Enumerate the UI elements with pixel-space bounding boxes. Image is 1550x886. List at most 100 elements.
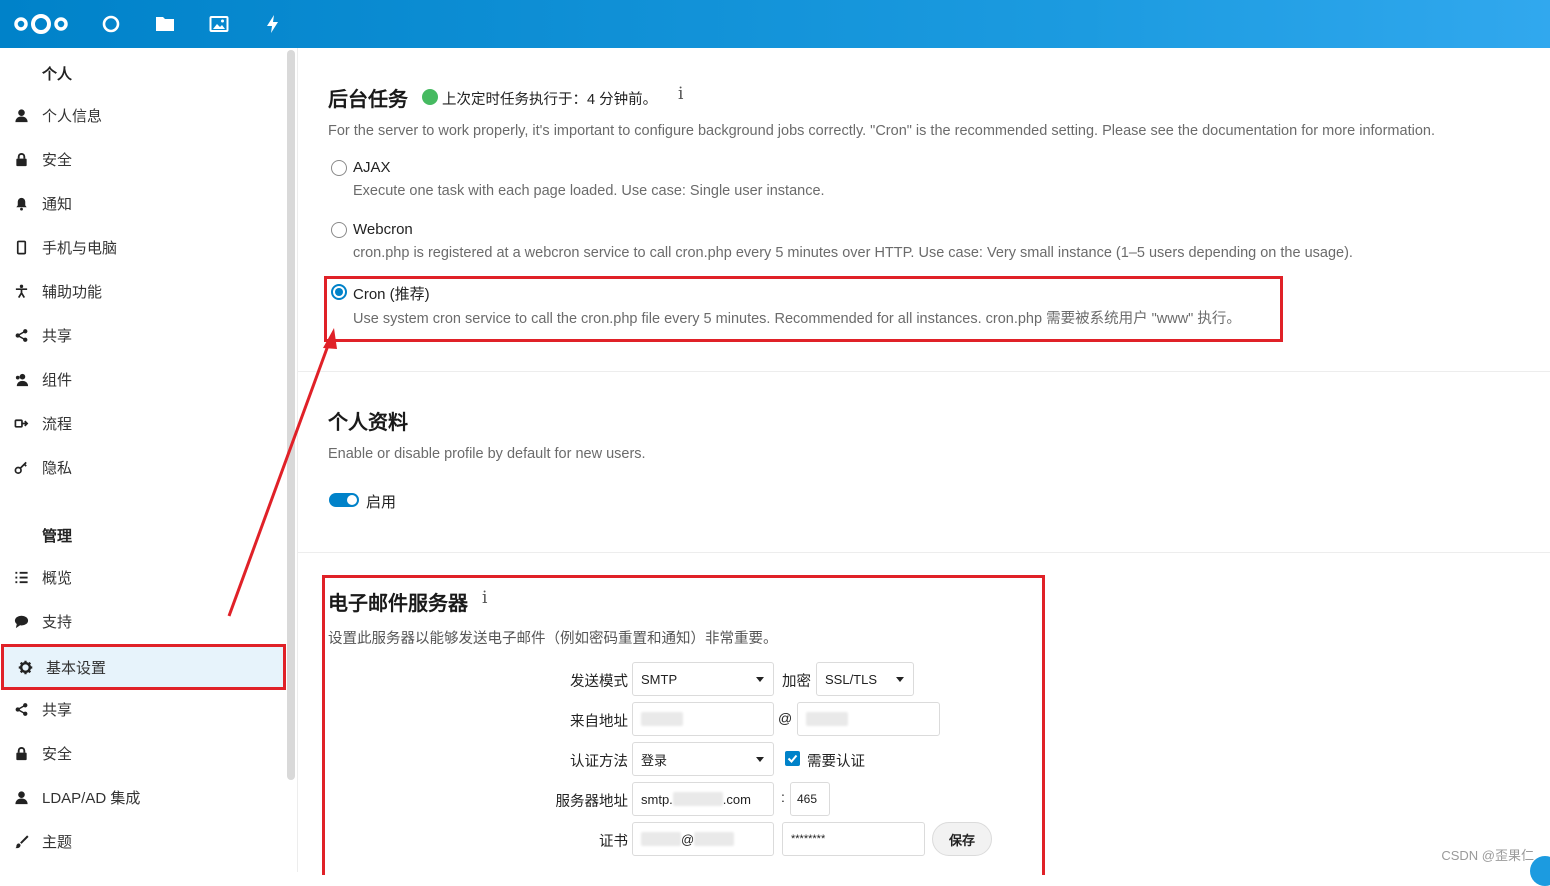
sidebar-item-admin-sharing[interactable]: 共享 <box>0 687 285 731</box>
sidebar-item-label: 概览 <box>42 569 73 587</box>
sidebar-item-ldap[interactable]: LDAP/AD 集成 <box>0 775 285 819</box>
auth-method-value: 登录 <box>641 752 668 768</box>
info-icon[interactable]: i <box>678 84 683 104</box>
group-icon <box>0 357 40 401</box>
sidebar-item-accessibility[interactable]: 辅助功能 <box>0 269 285 313</box>
sidebar-item-devices[interactable]: 手机与电脑 <box>0 225 285 269</box>
sidebar-item-label: 组件 <box>42 371 73 389</box>
photos-icon[interactable] <box>207 12 231 36</box>
server-address-input[interactable]: smtp. .com <box>632 782 774 816</box>
sidebar-item-personal-info[interactable]: 个人信息 <box>0 93 285 137</box>
profile-title: 个人资料 <box>328 412 408 434</box>
check-icon <box>787 754 798 763</box>
share-icon <box>0 313 40 357</box>
sidebar-item-support[interactable]: 支持 <box>0 599 285 643</box>
sidebar-item-overview[interactable]: 概览 <box>0 555 285 599</box>
server-port-input[interactable]: 465 <box>790 782 830 816</box>
sidebar-caption-personal: 个人 <box>42 66 73 83</box>
sidebar-item-theming[interactable]: 主题 <box>0 819 285 863</box>
cron-status-text: 上次定时任务执行于：4 分钟前。 <box>442 92 658 108</box>
save-button[interactable]: 保存 <box>932 822 992 856</box>
cron-status-dot <box>422 89 438 105</box>
from-address-domain-input[interactable] <box>797 702 940 736</box>
radio-ajax[interactable] <box>331 160 347 176</box>
lock-icon <box>0 137 40 181</box>
sidebar-item-basic-settings[interactable]: 基本设置 <box>1 644 286 690</box>
sidebar-item-label: 通知 <box>42 195 73 213</box>
watermark: CSDN @歪果仁 <box>1441 848 1534 863</box>
info-icon[interactable]: i <box>482 588 487 608</box>
smtp-username-input[interactable]: @ <box>632 822 774 856</box>
sidebar-item-groupware[interactable]: 组件 <box>0 357 285 401</box>
radio-ajax-desc: Execute one task with each page loaded. … <box>353 183 825 199</box>
profile-enable-toggle[interactable] <box>329 493 359 507</box>
settings-content: 后台任务 上次定时任务执行于：4 分钟前。 i For the server t… <box>298 48 1550 886</box>
activity-icon[interactable] <box>261 12 285 36</box>
smtp-password-input[interactable]: ******** <box>782 822 925 856</box>
server-address-suffix: .com <box>722 791 751 807</box>
auth-required-checkbox[interactable] <box>785 751 800 766</box>
auth-method-select[interactable]: 登录 <box>632 742 774 776</box>
at-sign: @ <box>778 710 793 726</box>
credentials-label: 证书 <box>599 834 628 850</box>
background-jobs-description: For the server to work properly, it's im… <box>328 123 1435 139</box>
nextcloud-logo-icon[interactable] <box>10 12 72 36</box>
encryption-select[interactable]: SSL/TLS <box>816 662 914 696</box>
dashboard-icon[interactable] <box>99 12 123 36</box>
radio-cron-desc: Use system cron service to call the cron… <box>353 311 1241 327</box>
redacted-text <box>694 832 735 846</box>
sidebar-item-label: 支持 <box>42 613 73 631</box>
phone-icon <box>0 225 40 269</box>
chevron-down-icon <box>756 757 764 762</box>
redacted-text <box>641 832 681 846</box>
lock-icon <box>0 731 40 775</box>
sidebar-item-label: LDAP/AD 集成 <box>42 789 141 807</box>
corner-button[interactable] <box>1530 856 1550 886</box>
sidebar-item-notifications[interactable]: 通知 <box>0 181 285 225</box>
redacted-text <box>672 792 723 806</box>
flow-icon <box>0 401 40 445</box>
radio-webcron[interactable] <box>331 222 347 238</box>
from-address-user-input[interactable] <box>632 702 774 736</box>
sidebar-item-label: 手机与电脑 <box>42 239 118 257</box>
user-icon <box>0 775 40 819</box>
radio-webcron-desc: cron.php is registered at a webcron serv… <box>353 245 1353 261</box>
files-icon[interactable] <box>153 12 177 36</box>
sidebar-item-label: 安全 <box>42 151 73 169</box>
radio-webcron-label[interactable]: Webcron <box>353 221 413 238</box>
radio-cron[interactable] <box>331 284 347 300</box>
sidebar-scrollbar[interactable] <box>287 50 295 780</box>
sidebar-item-admin-security[interactable]: 安全 <box>0 731 285 775</box>
profile-toggle-label[interactable]: 启用 <box>366 491 396 512</box>
send-mode-select[interactable]: SMTP <box>632 662 774 696</box>
server-port-value: 465 <box>797 792 818 806</box>
list-icon <box>0 555 40 599</box>
encryption-value: SSL/TLS <box>825 671 878 687</box>
sidebar-item-label: 安全 <box>42 745 73 763</box>
redacted-text <box>641 712 683 726</box>
sidebar-item-label: 隐私 <box>42 459 73 477</box>
auth-method-label: 认证方法 <box>570 754 628 770</box>
sidebar-item-label: 共享 <box>42 327 73 345</box>
sidebar-item-sharing[interactable]: 共享 <box>0 313 285 357</box>
sidebar-item-label: 共享 <box>42 701 73 719</box>
radio-cron-label[interactable]: Cron (推荐) <box>353 283 430 304</box>
key-icon <box>0 445 40 489</box>
sidebar-item-flow[interactable]: 流程 <box>0 401 285 445</box>
mail-server-description: 设置此服务器以能够发送电子邮件（例如密码重置和通知）非常重要。 <box>328 631 778 647</box>
user-icon <box>0 93 40 137</box>
sidebar-item-security[interactable]: 安全 <box>0 137 285 181</box>
bell-icon <box>0 181 40 225</box>
send-mode-label: 发送模式 <box>570 674 628 690</box>
profile-description: Enable or disable profile by default for… <box>328 446 646 462</box>
radio-ajax-label[interactable]: AJAX <box>353 159 391 176</box>
sidebar-item-label: 主题 <box>42 833 73 851</box>
section-divider <box>298 552 1550 553</box>
gear-icon <box>4 645 44 689</box>
sidebar-item-label: 个人信息 <box>42 107 103 125</box>
chat-icon <box>0 599 40 643</box>
sidebar-item-privacy[interactable]: 隐私 <box>0 445 285 489</box>
port-colon: : <box>781 789 785 805</box>
sidebar-item-label: 基本设置 <box>46 659 107 677</box>
auth-required-label[interactable]: 需要认证 <box>807 750 865 771</box>
